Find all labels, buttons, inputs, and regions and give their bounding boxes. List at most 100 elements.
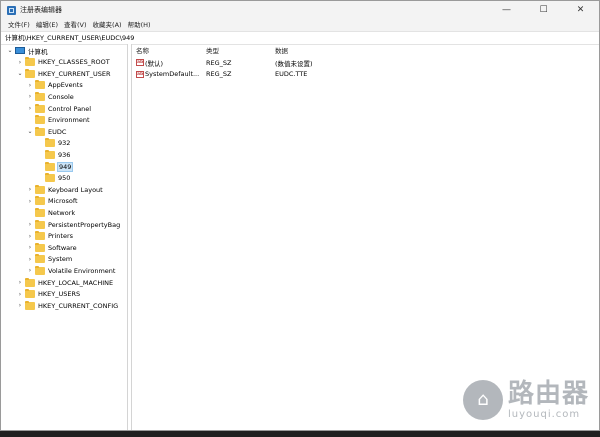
tree-item[interactable]: › Microsoft [27,196,78,207]
tree-item[interactable]: Network [27,207,75,218]
string-value-icon: ab [136,70,144,78]
collapse-icon[interactable]: ⌄ [27,128,33,135]
tree-item-label: Software [48,243,77,252]
tree-item-label: HKEY_USERS [38,290,81,299]
collapse-icon[interactable]: ⌄ [7,47,13,54]
close-button[interactable]: ✕ [562,1,599,19]
tree-item[interactable]: › HKEY_CLASSES_ROOT [17,57,110,68]
tree-item-label: 936 [58,150,71,159]
expand-icon[interactable]: › [27,244,33,251]
tree-item[interactable]: › System [27,254,72,265]
tree-item[interactable]: › AppEvents [27,80,83,91]
expand-icon[interactable]: › [27,256,33,263]
computer-icon [15,47,25,54]
maximize-button[interactable]: ☐ [525,1,562,19]
tree-item[interactable]: › PersistentPropertyBag [27,219,120,230]
folder-icon [35,242,45,252]
tree-item-label: 949 [56,161,74,172]
folder-icon [35,184,45,194]
expand-icon[interactable]: › [17,302,23,309]
tree-item[interactable]: › HKEY_CURRENT_CONFIG [17,300,118,311]
folder-icon [35,231,45,241]
tree-item[interactable]: 949 [37,161,74,172]
tree-item-label: HKEY_CURRENT_USER [38,69,111,78]
column-header-data[interactable]: 数据 [275,45,288,55]
value-type: REG_SZ [206,58,232,67]
tree-item[interactable]: › Printers [27,231,73,242]
registry-editor-window: 注册表编辑器 — ☐ ✕ 文件(F) 编辑(E) 查看(V) 收藏夹(A) 帮助… [0,0,600,431]
menu-help[interactable]: 帮助(H) [125,19,154,31]
menu-view[interactable]: 查看(V) [61,19,90,31]
folder-icon [25,289,35,299]
tree-item[interactable]: 936 [37,149,70,160]
window-title: 注册表编辑器 [20,6,62,14]
tree-item-label: Printers [48,232,74,241]
main-content: ⌄ 计算机 › HKEY_CLASSES_ROOT ⌄ HKEY_CURRENT_USER… [1,44,599,430]
watermark-text: 路由器 [507,379,589,409]
title-bar: 注册表编辑器 — ☐ ✕ [1,1,599,19]
tree-item-label: 计算机 [28,47,48,56]
tree-item-label: PersistentPropertyBag [48,220,121,229]
expand-icon[interactable]: › [27,93,33,100]
tree-item-label: EUDC [48,127,67,136]
tree-item[interactable]: › Software [27,242,77,253]
value-row[interactable]: ab SystemDefault... REG_SZ EUDC.TTE [132,69,599,80]
folder-icon [45,173,55,183]
tree-item-label: Keyboard Layout [48,185,103,194]
tree-item-label: AppEvents [48,81,83,90]
watermark-url: luyouqi.com [507,409,581,420]
tree-item-label: 950 [58,174,71,183]
tree-item[interactable]: › Keyboard Layout [27,184,103,195]
tree-item[interactable]: ⌄ HKEY_CURRENT_USER [17,68,111,79]
minimize-button[interactable]: — [488,1,525,19]
string-value-icon: ab [136,59,144,66]
expand-icon[interactable]: › [17,291,23,298]
folder-icon [35,265,45,275]
expand-icon[interactable]: › [27,233,33,240]
tree-item[interactable]: › Console [27,91,74,102]
menu-edit[interactable]: 编辑(E) [33,19,61,31]
column-header-type[interactable]: 类型 [206,45,219,55]
expand-icon[interactable]: › [17,279,23,286]
folder-icon [25,300,35,310]
folder-icon [45,138,55,148]
folder-icon [35,91,45,101]
tree-item-label: System [48,255,73,264]
value-row[interactable]: ab (默认) REG_SZ (数值未设置) [132,57,599,68]
expand-icon[interactable]: › [17,59,23,66]
collapse-icon[interactable]: ⌄ [17,70,23,77]
expand-icon[interactable]: › [27,82,33,89]
expand-icon[interactable]: › [27,186,33,193]
tree-item[interactable]: Environment [27,115,90,126]
router-logo-icon: ⌂ [462,379,503,420]
expand-icon[interactable]: › [27,267,33,274]
expand-icon[interactable]: › [27,221,33,228]
tree-item[interactable]: › Volatile Environment [27,265,115,276]
folder-icon [25,57,35,67]
registry-tree[interactable]: ⌄ 计算机 › HKEY_CLASSES_ROOT ⌄ HKEY_CURRENT_USER… [3,44,128,430]
expand-icon[interactable]: › [27,198,33,205]
tree-item-label: Control Panel [48,104,92,113]
menu-file[interactable]: 文件(F) [5,19,33,31]
value-name: (默认) [145,59,164,68]
tree-item-label: 932 [58,139,71,148]
folder-icon [35,115,45,125]
address-bar[interactable]: 计算机\HKEY_CURRENT_USER\EUDC\949 [1,31,599,45]
tree-item[interactable]: › Control Panel [27,103,91,114]
tree-item[interactable]: 950 [37,173,70,184]
folder-icon [35,207,45,217]
tree-item[interactable]: › HKEY_USERS [17,289,80,300]
expand-icon[interactable]: › [27,105,33,112]
tree-item-label: HKEY_LOCAL_MACHINE [38,278,114,287]
tree-item[interactable]: 932 [37,138,70,149]
folder-icon [35,126,45,136]
column-header-name[interactable]: 名称 [136,45,149,55]
tree-item[interactable]: ⌄ 计算机 [7,45,48,56]
tree-item-label: Microsoft [48,197,78,206]
tree-item[interactable]: ⌄ EUDC [27,126,66,137]
tree-item[interactable]: › HKEY_LOCAL_MACHINE [17,277,113,288]
menu-favorites[interactable]: 收藏夹(A) [90,19,125,31]
folder-icon [35,219,45,229]
folder-icon [45,149,55,159]
folder-icon [45,161,55,171]
